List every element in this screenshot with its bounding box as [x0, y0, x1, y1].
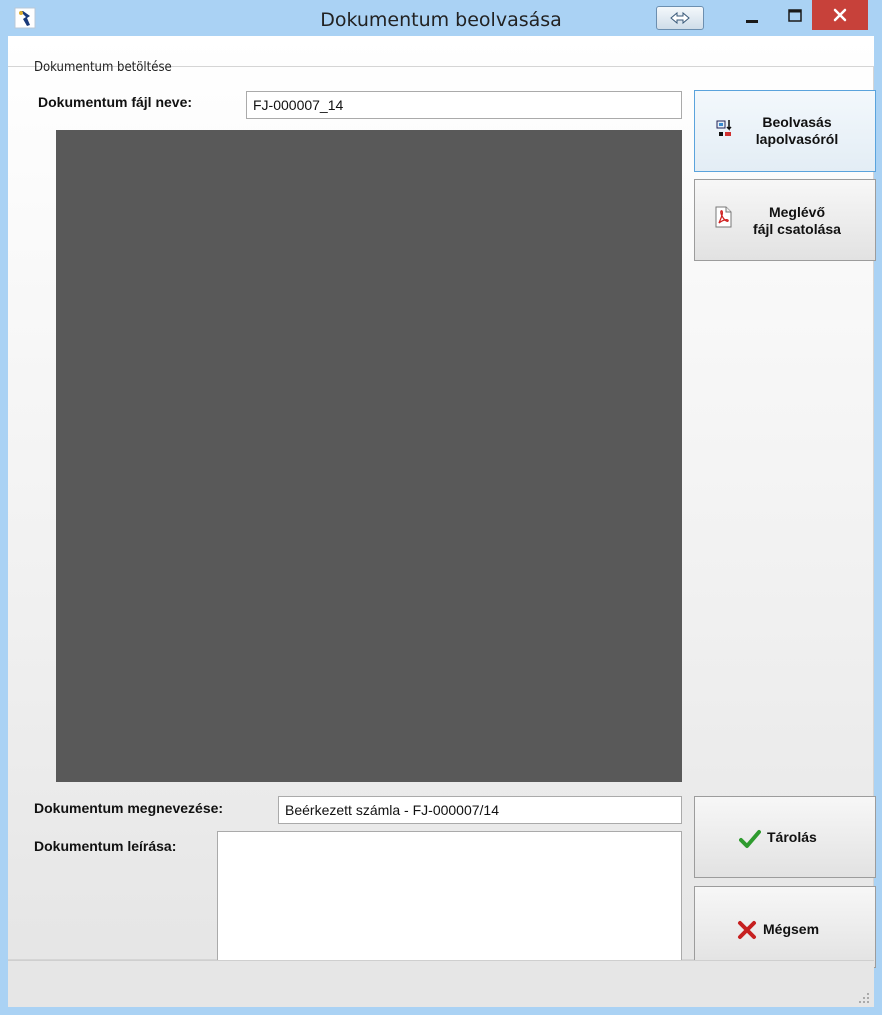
- minimize-icon: [738, 17, 766, 34]
- close-button[interactable]: [812, 0, 868, 30]
- scan-button-label-2: lapolvasóról: [755, 131, 839, 147]
- doc-desc-field[interactable]: [217, 831, 682, 969]
- doc-name-label: Dokumentum megnevezése:: [34, 800, 224, 816]
- client-area: Dokumentum betöltése Dokumentum fájl nev…: [8, 36, 876, 1007]
- checkmark-icon: [739, 829, 761, 852]
- maximize-button[interactable]: [781, 4, 809, 30]
- resize-grip-icon[interactable]: [858, 991, 870, 1003]
- doc-name-field[interactable]: Beérkezett számla - FJ-000007/14: [278, 796, 682, 824]
- snap-button[interactable]: [656, 6, 704, 30]
- pdf-icon: [713, 206, 733, 231]
- maximize-icon: [781, 9, 809, 34]
- title-bar[interactable]: Dokumentum beolvasása: [0, 0, 882, 36]
- x-icon: [737, 920, 757, 943]
- group-label: Dokumentum betöltése: [34, 60, 172, 75]
- cancel-button-label: Mégsem: [763, 921, 820, 937]
- status-bar: [8, 960, 874, 1007]
- close-icon: [812, 8, 868, 34]
- filename-label: Dokumentum fájl neve:: [38, 94, 193, 110]
- filename-field[interactable]: FJ-000007_14: [246, 91, 682, 119]
- scan-button[interactable]: Beolvasás lapolvasóról: [694, 90, 876, 172]
- save-button[interactable]: Tárolás: [694, 796, 876, 878]
- scan-button-label-1: Beolvasás: [762, 114, 832, 130]
- scanner-icon: [715, 118, 737, 141]
- snap-icon: [657, 11, 703, 33]
- dialog-window: Dokumentum beolvasása Dokumentum betölté…: [0, 0, 882, 1015]
- save-button-label: Tárolás: [767, 829, 817, 845]
- minimize-button[interactable]: [738, 4, 766, 30]
- attach-file-button[interactable]: Meglévő fájl csatolása: [694, 179, 876, 261]
- attach-button-label-2: fájl csatolása: [753, 221, 841, 237]
- doc-desc-label: Dokumentum leírása:: [34, 838, 177, 854]
- document-preview[interactable]: [56, 130, 682, 782]
- attach-button-label-1: Meglévő: [768, 204, 825, 220]
- cancel-button[interactable]: Mégsem: [694, 886, 876, 968]
